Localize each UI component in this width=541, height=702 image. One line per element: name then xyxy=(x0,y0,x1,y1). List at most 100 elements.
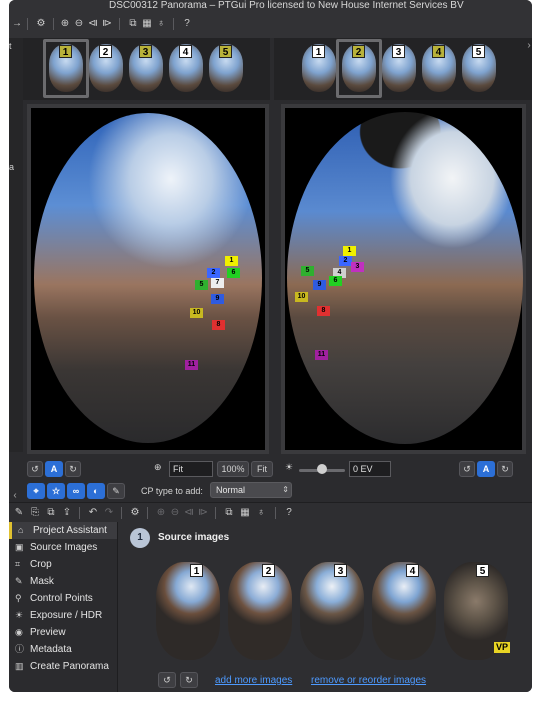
title-bar: DSC00312 Panorama – PTGui Pro licensed t… xyxy=(9,0,532,38)
thumb-number-badge: 2 xyxy=(99,45,112,58)
cp-pin-tool[interactable]: ⌖ xyxy=(27,483,45,499)
control-point[interactable]: 6 xyxy=(329,276,342,286)
undo-icon[interactable]: ↶ xyxy=(87,507,99,519)
panorama-editor-icon[interactable]: ⧉ xyxy=(223,507,235,519)
collapse-left-icon[interactable]: ‹ xyxy=(9,490,21,502)
forward-arrow-icon[interactable]: → xyxy=(11,18,23,30)
control-point[interactable]: 11 xyxy=(315,350,328,360)
zoom-out-icon[interactable]: ⊖ xyxy=(169,507,181,519)
control-point[interactable]: 9 xyxy=(313,280,326,290)
control-point[interactable]: 5 xyxy=(301,266,314,276)
control-point[interactable]: 10 xyxy=(295,292,308,302)
cp-pen-tool[interactable]: ✎ xyxy=(107,483,125,499)
table-icon[interactable]: ▦ xyxy=(141,18,153,30)
cp-label: 1 xyxy=(347,247,352,254)
viewpoint-badge: VP xyxy=(494,642,511,653)
previous-pair-icon[interactable]: ⧏ xyxy=(87,18,99,30)
sidebar-item-crop[interactable]: ⌗ Crop xyxy=(9,556,117,573)
image-number-badge: 4 xyxy=(406,564,419,577)
sidebar-item-project-assistant[interactable]: ⌂ Project Assistant xyxy=(9,522,117,539)
redo-icon[interactable]: ↷ xyxy=(103,507,115,519)
control-point[interactable]: 1 xyxy=(343,246,356,256)
cp-contrast-tool[interactable]: ◐ xyxy=(87,483,105,499)
sidebar-item-control-points[interactable]: ⚲ Control Points xyxy=(9,590,117,607)
control-point[interactable]: 3 xyxy=(351,262,364,272)
zoom-in-icon[interactable]: ⊕ xyxy=(155,507,167,519)
add-more-images-link[interactable]: add more images xyxy=(215,675,292,686)
control-point[interactable]: 8 xyxy=(317,306,330,316)
rotate-right-button[interactable]: ↻ xyxy=(65,461,81,477)
sidebar-item-mask[interactable]: ✎ Mask xyxy=(9,573,117,590)
source-image-2[interactable] xyxy=(228,562,292,660)
left-fisheye-photo xyxy=(34,113,262,443)
lightbulb-icon[interactable]: ♁ xyxy=(255,507,267,519)
source-image-4[interactable] xyxy=(372,562,436,660)
toolbar-divider xyxy=(173,18,174,30)
export-icon[interactable]: ⇪ xyxy=(61,507,73,519)
exposure-value-field[interactable]: 0 EV xyxy=(349,461,391,477)
sidebar-item-label: Mask xyxy=(30,576,54,587)
cp-label: 11 xyxy=(317,351,326,358)
rotate-images-right-button[interactable]: ↻ xyxy=(180,672,198,688)
zoom-fit-button[interactable]: Fit xyxy=(251,461,273,477)
rotate-images-left-button[interactable]: ↺ xyxy=(158,672,176,688)
next-pair-icon[interactable]: ⧐ xyxy=(101,18,113,30)
sidebar-item-preview[interactable]: ◉ Preview xyxy=(9,624,117,641)
auto-orient-right-button[interactable]: A xyxy=(477,461,495,477)
table-icon[interactable]: ▦ xyxy=(239,507,251,519)
control-point[interactable]: 7 xyxy=(211,278,224,288)
zoom-out-icon[interactable]: ⊖ xyxy=(73,18,85,30)
next-pair-icon[interactable]: ⧐ xyxy=(197,507,209,519)
lightbulb-icon[interactable]: ♁ xyxy=(155,18,167,30)
help-icon[interactable]: ? xyxy=(283,507,295,519)
source-image-3[interactable] xyxy=(300,562,364,660)
left-image-viewer[interactable]: 1 2 6 5 7 9 10 8 11 xyxy=(27,104,269,454)
thumb-number-badge: 1 xyxy=(59,45,72,58)
right-image-viewer[interactable]: 2 1 4 3 5 6 9 10 8 11 xyxy=(281,104,526,454)
collapse-right-icon[interactable]: › xyxy=(523,40,532,52)
new-project-icon[interactable]: ✎ xyxy=(13,507,25,519)
control-point[interactable]: 2 xyxy=(207,268,220,278)
control-point[interactable]: 5 xyxy=(195,280,208,290)
images-icon: ▣ xyxy=(15,542,24,552)
cp-label: 2 xyxy=(211,269,216,276)
cp-label: 9 xyxy=(317,281,322,288)
control-point[interactable]: 11 xyxy=(185,360,198,370)
rotate-left-button[interactable]: ↺ xyxy=(27,461,43,477)
save-project-icon[interactable]: ⧉ xyxy=(45,507,57,519)
toolbar-divider xyxy=(119,18,120,30)
remove-reorder-images-link[interactable]: remove or reorder images xyxy=(311,675,426,686)
source-image-1[interactable] xyxy=(156,562,220,660)
settings-icon[interactable]: ⚙ xyxy=(35,18,47,30)
auto-orient-left-button[interactable]: A xyxy=(45,461,63,477)
zoom-in-icon[interactable]: ⊕ xyxy=(59,18,71,30)
exposure-slider-knob[interactable] xyxy=(317,464,327,474)
image-number-badge: 2 xyxy=(262,564,275,577)
cp-star-tool[interactable]: ☆ xyxy=(47,483,65,499)
rotate-right-button-right-panel[interactable]: ↻ xyxy=(497,461,513,477)
sidebar-item-metadata[interactable]: ⓘ Metadata xyxy=(9,641,117,658)
control-point[interactable]: 8 xyxy=(212,320,225,330)
image-number-badge: 5 xyxy=(476,564,489,577)
help-icon[interactable]: ? xyxy=(181,18,193,30)
cp-label: 8 xyxy=(216,321,221,328)
control-point[interactable]: 6 xyxy=(227,268,240,278)
control-point[interactable]: 1 xyxy=(225,256,238,266)
panorama-editor-icon[interactable]: ⧉ xyxy=(127,18,139,30)
control-point[interactable]: 9 xyxy=(211,294,224,304)
sidebar-item-create-panorama[interactable]: ▥ Create Panorama xyxy=(9,658,117,675)
sidebar-item-exposure-hdr[interactable]: ☀ Exposure / HDR xyxy=(9,607,117,624)
chevron-updown-icon: ⇕ xyxy=(282,485,289,494)
settings-icon[interactable]: ⚙ xyxy=(129,507,141,519)
cp-label: 9 xyxy=(215,295,220,302)
zoom-100-button[interactable]: 100% xyxy=(217,461,249,477)
open-project-icon[interactable]: ⎘ xyxy=(29,507,41,519)
cp-type-select[interactable]: Normal ⇕ xyxy=(210,482,292,498)
previous-pair-icon[interactable]: ⧏ xyxy=(183,507,195,519)
cp-link-tool[interactable]: ∞ xyxy=(67,483,85,499)
control-point[interactable]: 10 xyxy=(190,308,203,318)
zoom-fit-field[interactable]: Fit xyxy=(169,461,213,477)
sidebar-item-source-images[interactable]: ▣ Source Images xyxy=(9,539,117,556)
thumb-number-badge: 4 xyxy=(432,45,445,58)
rotate-left-button-right-panel[interactable]: ↺ xyxy=(459,461,475,477)
